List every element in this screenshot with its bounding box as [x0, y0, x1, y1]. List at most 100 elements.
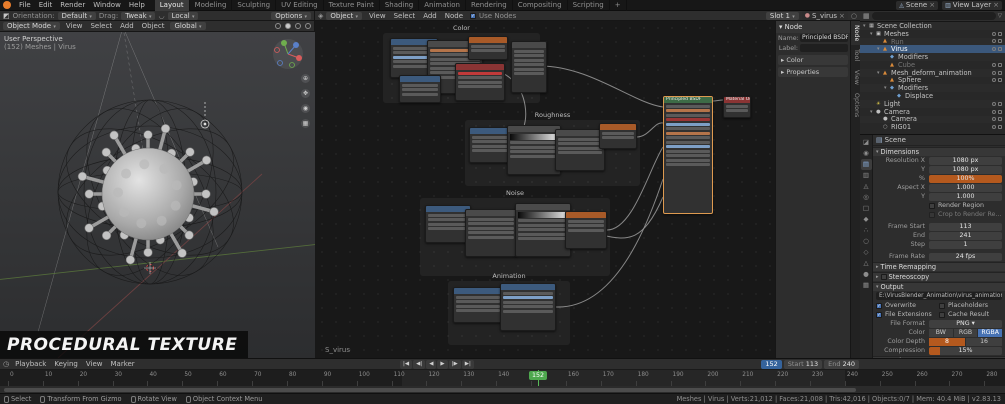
drag-dropdown[interactable]: Tweak ▾: [121, 11, 156, 20]
scene-selector[interactable]: ◬ Scene ×: [896, 0, 939, 10]
outliner-row-run[interactable]: ▲ Run: [860, 38, 1005, 46]
node-menu-add[interactable]: Add: [419, 12, 441, 20]
workspace-tab-scripting[interactable]: Scripting: [568, 0, 610, 11]
outliner-row-scene-collection[interactable]: ▾ ▦ Scene Collection: [860, 22, 1005, 30]
active-tool-icon[interactable]: ◩: [3, 12, 10, 20]
workspace-tab-uv-editing[interactable]: UV Editing: [276, 0, 324, 11]
panel-checkbox[interactable]: [880, 274, 887, 280]
hide-viewport-icon[interactable]: [992, 62, 996, 67]
disable-render-icon[interactable]: [998, 109, 1002, 114]
prop-field-y[interactable]: 1.000: [929, 192, 1002, 201]
node-box-12[interactable]: [515, 203, 571, 257]
sidebar-tab-node[interactable]: Node: [851, 21, 860, 46]
outliner-search-input[interactable]: [871, 12, 996, 20]
disable-render-icon[interactable]: [998, 70, 1002, 75]
hide-viewport-icon[interactable]: [992, 125, 996, 130]
properties-tab-world[interactable]: ◎: [861, 192, 872, 203]
visibility-toggles[interactable]: [992, 109, 1005, 114]
menu-help[interactable]: Help: [125, 1, 149, 9]
prop-slider-item[interactable]: 100%: [929, 174, 1002, 183]
visibility-toggles[interactable]: [992, 31, 1005, 36]
properties-tab-constraints[interactable]: ◇: [861, 247, 872, 258]
properties-tab-material[interactable]: ●: [861, 269, 872, 280]
outliner-row-virus[interactable]: ▾ ▲ Virus: [860, 45, 1005, 53]
play-button[interactable]: ▶: [437, 360, 448, 369]
jump-prev-keyframe-button[interactable]: ◀|: [413, 360, 426, 369]
unlink-scene-icon[interactable]: ×: [929, 1, 935, 9]
transform-orientation-dropdown[interactable]: Global ▾: [170, 22, 206, 30]
rendered-shading-icon[interactable]: [305, 23, 311, 29]
orientation-dropdown[interactable]: Default ▾: [57, 11, 96, 20]
zoom-tool-icon[interactable]: ⊕: [301, 74, 310, 83]
node-box-2[interactable]: [468, 36, 508, 60]
node-principled-bsdf[interactable]: Principled BSDF: [663, 96, 713, 214]
sidebar-tab-options[interactable]: Options: [851, 89, 860, 121]
visibility-toggles[interactable]: [992, 47, 1005, 52]
use-nodes-checkbox[interactable]: ✓: [470, 12, 477, 19]
material-slot-dropdown[interactable]: Slot 1 ▾: [765, 11, 799, 20]
play-reverse-button[interactable]: ◀: [426, 360, 437, 369]
node-label-field[interactable]: [800, 44, 848, 52]
scrollbar-handle[interactable]: [4, 388, 856, 392]
node-box-15[interactable]: [500, 283, 556, 331]
node-box-14[interactable]: [453, 287, 503, 323]
outliner-row-rig01[interactable]: ○ RIG01: [860, 123, 1005, 131]
node-name-field[interactable]: Principled BSDF: [800, 34, 848, 42]
pan-tool-icon[interactable]: ✥: [301, 89, 310, 98]
solid-shading-icon[interactable]: [285, 23, 291, 29]
hide-viewport-icon[interactable]: [992, 39, 996, 44]
viewport-menu-add[interactable]: Add: [116, 22, 138, 30]
workspace-tab-compositing[interactable]: Compositing: [513, 0, 568, 11]
camera-view-icon[interactable]: ◉: [301, 104, 310, 113]
blender-logo-icon[interactable]: [3, 1, 11, 9]
outliner-row-mesh-deform-animation[interactable]: ▾ ▲ Mesh_deform_animation: [860, 69, 1005, 77]
outliner-row-modifiers[interactable]: ◆ Modifiers: [860, 53, 1005, 61]
color-option-bw[interactable]: BW: [929, 328, 953, 337]
sidebar-panel-properties[interactable]: ▸ Properties: [778, 67, 848, 77]
workspace-tab-animation[interactable]: Animation: [419, 0, 466, 11]
properties-tab-tool[interactable]: ◪: [861, 137, 872, 148]
shader-type-dropdown[interactable]: Object ▾: [326, 11, 362, 20]
menu-render[interactable]: Render: [56, 1, 89, 9]
current-frame-chip[interactable]: 152: [529, 371, 548, 380]
outliner-row-light[interactable]: ☀ Light: [860, 100, 1005, 108]
node-box-13[interactable]: [565, 211, 607, 249]
node-box-9[interactable]: [599, 123, 637, 149]
current-frame-field[interactable]: 152: [761, 360, 782, 369]
prop-field-frame-start[interactable]: 113: [929, 222, 1002, 231]
node-menu-node[interactable]: Node: [441, 12, 467, 20]
properties-tab-physics[interactable]: ○: [861, 236, 872, 247]
disable-render-icon[interactable]: [998, 62, 1002, 67]
disable-render-icon[interactable]: [998, 117, 1002, 122]
checkbox-placeholders[interactable]: [939, 302, 945, 309]
outliner-row-camera[interactable]: ● Camera: [860, 115, 1005, 123]
outliner-row-modifiers[interactable]: ▾ ◆ Modifiers: [860, 84, 1005, 92]
jump-to-start-button[interactable]: |◀: [400, 360, 413, 369]
properties-tab-modifiers[interactable]: ◆: [861, 214, 872, 225]
outliner-row-camera[interactable]: ▾ ● Camera: [860, 108, 1005, 116]
timeline-menu-keying[interactable]: Keying: [50, 360, 82, 368]
color-option-rgba[interactable]: RGBA: [978, 328, 1003, 337]
output-path-field[interactable]: E:\VirusBlender_Animation\virus_animatio…: [876, 292, 1002, 300]
workspace-tab-texture-paint[interactable]: Texture Paint: [324, 0, 380, 11]
unlink-material-icon[interactable]: ×: [839, 12, 845, 20]
disable-render-icon[interactable]: [998, 125, 1002, 130]
hide-viewport-icon[interactable]: [992, 117, 996, 122]
sidebar-section-node[interactable]: ▾ Node: [776, 21, 850, 33]
frame-start-field[interactable]: Start 113: [783, 360, 823, 369]
prop-field-aspect-x[interactable]: 1.000: [929, 183, 1002, 192]
node-box-8[interactable]: [555, 129, 605, 171]
panel-header-dimensions[interactable]: ▾ Dimensions: [873, 147, 1005, 156]
sidebar-panel-color[interactable]: ▸ Color: [778, 55, 848, 65]
jump-next-keyframe-button[interactable]: |▶: [448, 360, 461, 369]
disable-render-icon[interactable]: [998, 78, 1002, 83]
node-menu-select[interactable]: Select: [390, 12, 420, 20]
menu-file[interactable]: File: [15, 1, 35, 9]
disable-render-icon[interactable]: [998, 39, 1002, 44]
outliner-row-displace[interactable]: ◆ Displace: [860, 92, 1005, 100]
material-selector[interactable]: ● S_virus ×: [801, 11, 848, 20]
outliner-row-sphere[interactable]: ▲ Sphere: [860, 76, 1005, 84]
3d-viewport[interactable]: ⊕ ✥ ◉ ▦ User Perspective (152) Meshes | …: [0, 32, 315, 358]
timeline-menu-marker[interactable]: Marker: [106, 360, 138, 368]
pin-icon[interactable]: ○: [851, 12, 857, 20]
